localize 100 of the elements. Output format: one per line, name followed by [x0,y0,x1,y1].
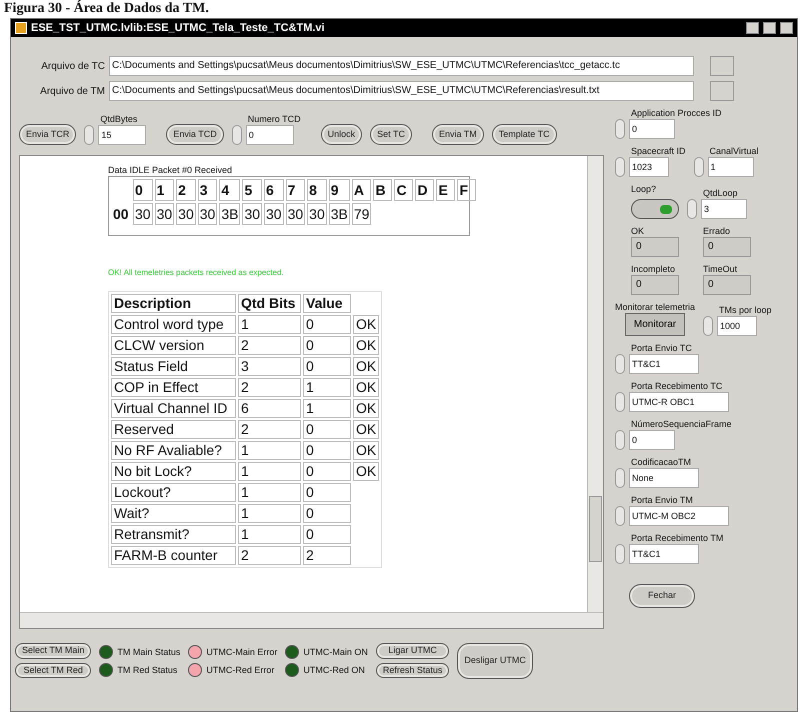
readout-field: 0 [631,237,679,257]
led-label: UTMC-Red ON [303,664,365,676]
field-label: Arquivo de TM [39,84,106,98]
column-header: 8 [307,179,327,201]
control-label: Porta Recebimento TC [630,380,724,392]
led-label: TM Red Status [117,664,178,676]
close-icon[interactable] [780,22,793,34]
numeric-field[interactable]: 1000 [717,316,758,336]
text-field[interactable]: UTMC-R OBC1 [629,392,729,412]
control-label: Spacecraft ID [630,145,686,157]
vertical-scrollbar[interactable] [587,156,603,612]
table-cell: 3 [238,357,301,376]
text-field[interactable]: None [629,468,699,488]
table-cell: 30 [264,203,284,225]
table-cell: Retransmit? [111,525,236,544]
table-cell: OK [353,336,380,355]
numeric-field[interactable]: 1 [708,157,754,177]
status-button[interactable]: Ligar UTMC [376,643,450,659]
table-cell: 0 [303,315,351,334]
status-button[interactable]: Refresh Status [376,662,450,678]
table-cell: No bit Lock? [111,462,236,481]
table-cell: OK [353,357,380,376]
control-label: Porta Envio TM [630,494,694,506]
close-button[interactable]: Fechar [629,584,696,608]
numeric-field[interactable]: 15 [98,125,146,145]
column-header: 2 [176,179,196,201]
table-cell: 30 [154,203,174,225]
table-cell: Virtual Channel ID [111,399,236,418]
table-cell: CLCW version [111,336,236,355]
path-field[interactable]: C:\Documents and Settings\pucsat\Meus documentos\Dimitrius\SW_ESE_UTMC\UTMC\Referencias\tcc_getacc.tc [109,56,694,76]
table-cell: 30 [242,203,262,225]
table-cell: 0 [303,420,351,439]
status-button[interactable]: Select TM Main [15,643,92,659]
table-cell: 79 [352,203,372,225]
table-cell: OK [353,315,380,334]
table-cell: 2 [238,546,301,565]
status-button[interactable]: Desligar UTMC [457,643,533,678]
column-header: 6 [264,179,284,201]
numeric-field[interactable]: 0 [629,119,675,139]
table-cell: 30 [176,203,196,225]
table-cell: 2 [238,420,301,439]
text-field[interactable]: TT&C1 [629,544,699,564]
control-label: QtdLoop [702,187,739,199]
minimize-icon[interactable] [746,22,759,34]
toolbar-button[interactable]: Envia TM [432,124,484,145]
scroll-thumb[interactable] [589,496,602,562]
table-cell: 0 [303,525,351,544]
table-cell: 0 [303,441,351,460]
numeric-field[interactable]: 0 [629,430,675,450]
toolbar-button[interactable]: Set TC [370,124,412,145]
text-field[interactable]: TT&C1 [629,354,699,374]
maximize-icon[interactable] [763,22,776,34]
table-cell: 1 [238,441,301,460]
readout-field: 0 [631,275,679,295]
text-field[interactable]: UTMC-M OBC2 [629,506,729,526]
toolbar-button[interactable]: Envia TCD [166,124,224,145]
table-cell: 1 [303,399,351,418]
column-header: Value [303,294,351,313]
table-cell: COP in Effect [111,378,236,397]
control-label: Numero TCD [246,113,301,125]
packet-title: Data IDLE Packet #0 Received [108,164,234,176]
numeric-field[interactable]: 1023 [629,157,669,177]
table-cell: OK [353,420,380,439]
toolbar-button[interactable]: Template TC [492,124,557,145]
led-label: UTMC-Red Error [206,664,274,676]
table-cell: 3B [328,203,350,225]
indicator-label: Incompleto [631,263,676,275]
field-label: Arquivo de TC [40,60,106,74]
table-cell: Reserved [111,420,236,439]
table-cell: FARM-B counter [111,546,236,565]
table-cell: OK [353,441,380,460]
table-cell: 2 [303,546,351,565]
column-header: 1 [154,179,174,201]
table-cell: 1 [238,315,301,334]
table-cell: 0 [303,483,351,502]
control-label: Porta Envio TC [630,342,693,354]
table-cell: 1 [303,378,351,397]
horizontal-scrollbar[interactable] [20,612,603,628]
status-message: OK! All temeletries packets received as expected. [108,267,285,279]
table-cell: OK [353,378,380,397]
numeric-field[interactable]: 0 [246,125,294,145]
path-field[interactable]: C:\Documents and Settings\pucsat\Meus documentos\Dimitrius\SW_ESE_UTMC\UTMC\Referencias\result.txt [109,81,694,101]
table-cell: Control word type [111,315,236,334]
led-label: UTMC-Main ON [303,646,368,658]
status-button[interactable]: Select TM Red [15,662,92,678]
monitor-button[interactable]: Monitorar [624,313,686,336]
control-label: CodificacaoTM [630,456,692,468]
indicator-label: Errado [703,225,732,237]
control-label: Application Procces ID [630,107,722,119]
figure-caption: Figura 30 - Área de Dados da TM. [3,0,210,18]
toggle-switch[interactable] [631,199,679,219]
column-header: 7 [286,179,306,201]
indicator-label: OK [631,225,646,237]
toolbar-button[interactable]: Unlock [320,124,362,145]
toolbar-button[interactable]: Envia TCR [19,124,76,145]
control-label: Monitorar telemetria [615,301,696,313]
table-cell: 0 [303,357,351,376]
numeric-field[interactable]: 3 [701,199,747,219]
table-cell: 30 [286,203,306,225]
table-cell: 30 [307,203,327,225]
